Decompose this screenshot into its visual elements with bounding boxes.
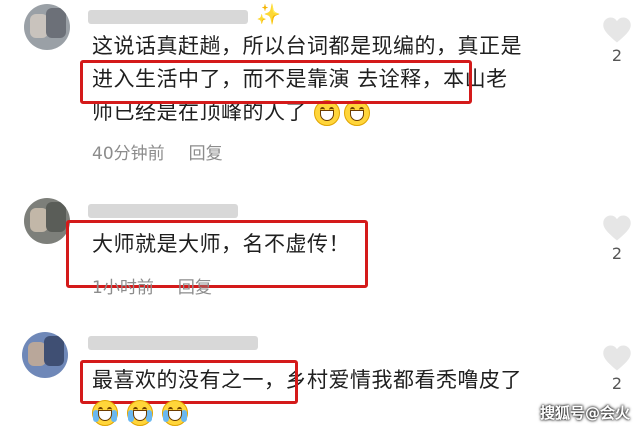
comment-meta: 1小时前 回复 (92, 273, 212, 298)
avatar[interactable] (24, 198, 70, 244)
username[interactable] (88, 10, 248, 24)
laugh-cry-emoji (92, 400, 118, 426)
avatar[interactable] (22, 332, 68, 378)
timestamp: 1小时前 (92, 278, 154, 298)
highlight-box (80, 60, 472, 104)
heart-icon (603, 215, 631, 241)
sparkle-icon: ✨ (256, 2, 281, 26)
highlight-box (80, 360, 298, 404)
username[interactable] (88, 336, 258, 350)
laugh-cry-emoji (127, 400, 154, 426)
laugh-cry-emoji (162, 400, 189, 426)
like-button[interactable]: 2 (600, 16, 634, 65)
like-button[interactable]: 2 (600, 344, 634, 393)
heart-icon (603, 17, 631, 43)
reply-button[interactable]: 回复 (178, 278, 212, 298)
reply-button[interactable]: 回复 (189, 144, 223, 164)
emoji-row (92, 400, 192, 426)
watermark: 搜狐号@会火 (539, 404, 630, 422)
like-count: 2 (611, 46, 623, 65)
comment-meta: 40分钟前 回复 (92, 139, 223, 164)
timestamp: 40分钟前 (92, 144, 165, 164)
like-count: 2 (611, 374, 623, 393)
username[interactable] (88, 204, 238, 218)
like-button[interactable]: 2 (600, 214, 634, 263)
avatar[interactable] (24, 4, 70, 50)
heart-icon (603, 345, 631, 371)
comment-text-line: 这说话真赶趟，所以台词都是现编的，真正是 (92, 34, 522, 58)
like-count: 2 (611, 244, 623, 263)
